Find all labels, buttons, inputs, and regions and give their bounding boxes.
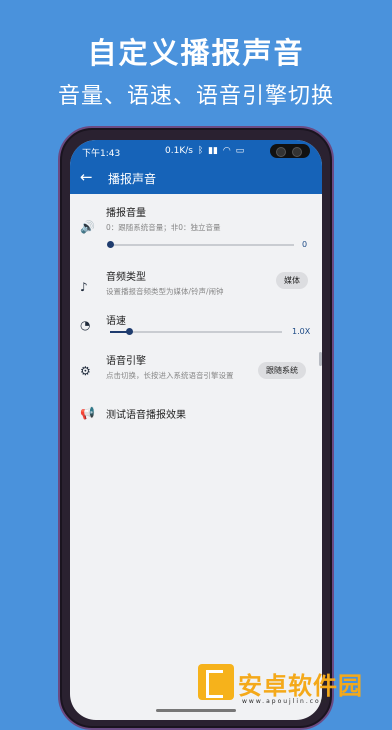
test-speech-title: 测试语音播报效果 [106, 410, 186, 421]
watermark-url: www.apoujlin.com [242, 698, 329, 705]
status-bar: 下午1:43 0.1K/s ᛒ ▮▮ ◠ ▭ [70, 140, 322, 162]
audio-type-title: 音频类型 [106, 272, 146, 283]
promo-subheadline: 音量、语速、语音引擎切换 [57, 84, 334, 109]
volume-title: 播报音量 [106, 208, 146, 219]
watermark-text: 安卓软件园 [238, 672, 363, 700]
status-right: 0.1K/s ᛒ ▮▮ ◠ ▭ [165, 146, 246, 156]
signal-icon: ▮▮ [208, 146, 218, 156]
volume-slider-track[interactable] [110, 244, 294, 246]
setting-speed[interactable]: ◔ 语速 1.0X [70, 310, 322, 346]
megaphone-icon: 📢 [80, 406, 95, 420]
volume-value: 0 [302, 240, 308, 249]
setting-volume[interactable]: 🔊 播报音量 0：跟随系统音量；非0：独立音量 0 [70, 200, 322, 262]
watermark-logo-icon [198, 664, 234, 700]
back-arrow-icon[interactable]: ← [80, 168, 93, 186]
speed-slider-thumb[interactable] [126, 328, 133, 335]
speed-value: 1.0X [292, 327, 311, 336]
setting-audio-type[interactable]: ♪ 音频类型 设置播报音频类型为媒体/铃声/闹钟 媒体 [70, 266, 322, 306]
audio-type-desc: 设置播报音频类型为媒体/铃声/闹钟 [106, 287, 224, 296]
page-title: 播报声音 [108, 172, 157, 186]
phone-frame: 下午1:43 0.1K/s ᛒ ▮▮ ◠ ▭ ← 播报声音 🔊 播报音量 0：跟… [58, 126, 334, 730]
scroll-indicator[interactable] [319, 352, 322, 366]
phone-screen: 下午1:43 0.1K/s ᛒ ▮▮ ◠ ▭ ← 播报声音 🔊 播报音量 0：跟… [70, 140, 322, 720]
setting-engine[interactable]: ⚙ 语音引擎 点击切换，长按进入系统语音引擎设置 跟随系统 [70, 350, 322, 390]
app-bar: ← 播报声音 [70, 162, 322, 194]
wifi-icon: ◠ [222, 146, 231, 156]
engine-desc: 点击切换，长按进入系统语音引擎设置 [106, 371, 234, 380]
gesture-bar[interactable] [156, 709, 236, 712]
speaker-icon: 🔊 [80, 220, 95, 234]
status-time: 下午1:43 [82, 149, 121, 159]
camera-cutout [270, 144, 310, 158]
network-speed: 0.1K/s [165, 146, 193, 156]
volume-slider-thumb[interactable] [107, 241, 114, 248]
music-note-icon: ♪ [80, 280, 88, 294]
gear-sound-icon: ⚙ [80, 364, 91, 378]
audio-type-chip[interactable]: 媒体 [276, 272, 308, 289]
speedometer-icon: ◔ [80, 318, 91, 332]
bluetooth-icon: ᛒ [197, 146, 204, 156]
speed-slider-track[interactable] [110, 331, 282, 333]
speed-title: 语速 [106, 316, 126, 327]
engine-title: 语音引擎 [106, 356, 146, 367]
setting-test-speech[interactable]: 📢 测试语音播报效果 [70, 404, 322, 424]
volume-desc: 0：跟随系统音量；非0：独立音量 [106, 223, 221, 232]
engine-chip[interactable]: 跟随系统 [258, 362, 306, 379]
promo-headline: 自定义播报声音 [87, 36, 305, 70]
battery-icon: ▭ [235, 146, 245, 156]
